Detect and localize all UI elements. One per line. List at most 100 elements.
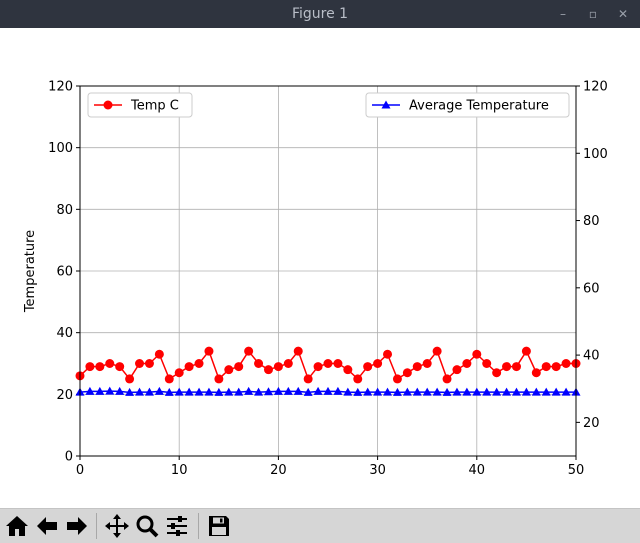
save-button[interactable] bbox=[206, 513, 232, 539]
y-tick-label: 0 bbox=[65, 450, 73, 465]
series-average bbox=[75, 386, 581, 396]
data-point bbox=[154, 349, 164, 359]
minimize-button[interactable]: – bbox=[552, 0, 574, 28]
y2-tick-label: 60 bbox=[583, 281, 600, 296]
y-tick-label: 80 bbox=[56, 203, 73, 218]
x-tick-label: 20 bbox=[270, 463, 287, 478]
x-tick-label: 40 bbox=[469, 463, 486, 478]
legend-label-average: Average Temperature bbox=[409, 99, 549, 114]
data-point bbox=[502, 362, 512, 372]
data-point bbox=[452, 365, 462, 375]
data-point bbox=[392, 374, 402, 384]
data-point bbox=[263, 365, 273, 375]
chart-series bbox=[75, 346, 581, 396]
window-titlebar: Figure 1 – ▫ ✕ bbox=[0, 0, 640, 28]
home-icon bbox=[6, 516, 28, 536]
data-point bbox=[531, 368, 541, 378]
data-point bbox=[283, 359, 293, 368]
data-point bbox=[125, 374, 135, 384]
data-point bbox=[105, 359, 115, 368]
y-tick-label: 60 bbox=[56, 265, 73, 280]
restore-button[interactable]: ▫ bbox=[582, 0, 604, 28]
data-point bbox=[422, 359, 432, 368]
data-point bbox=[144, 359, 154, 368]
data-point bbox=[442, 374, 452, 384]
y2-tick-label: 120 bbox=[583, 80, 608, 95]
y2-tick-label: 40 bbox=[583, 349, 600, 364]
save-icon bbox=[209, 516, 229, 536]
x-tick-label: 50 bbox=[568, 463, 585, 478]
zoom-icon bbox=[136, 515, 159, 538]
data-point bbox=[521, 346, 531, 356]
data-point bbox=[472, 349, 482, 359]
data-point bbox=[462, 359, 472, 368]
data-point bbox=[204, 346, 214, 356]
data-point bbox=[492, 368, 502, 378]
forward-button[interactable] bbox=[64, 513, 90, 539]
subplots-icon bbox=[167, 516, 187, 536]
data-point bbox=[551, 362, 561, 372]
data-point bbox=[353, 374, 363, 384]
data-point bbox=[541, 362, 551, 372]
home-button[interactable] bbox=[4, 513, 30, 539]
data-point bbox=[164, 374, 174, 384]
data-point bbox=[254, 359, 264, 368]
data-point bbox=[333, 359, 343, 368]
back-icon bbox=[37, 517, 57, 535]
y2-tick-label: 80 bbox=[583, 214, 600, 229]
data-point bbox=[373, 359, 383, 368]
axis-ticks: 0 10 20 30 40 50 0 20 40 60 80 100 120 20 40 60 80 100 120 bbox=[48, 80, 608, 479]
y-tick-label: 120 bbox=[48, 80, 73, 95]
window-title: Figure 1 bbox=[291, 6, 349, 22]
legend-label-temp: Temp C bbox=[130, 99, 179, 114]
series-temp bbox=[75, 346, 581, 384]
subplots-button[interactable] bbox=[164, 513, 190, 539]
data-point bbox=[561, 359, 571, 368]
toolbar-separator bbox=[198, 513, 199, 539]
y-tick-label: 20 bbox=[56, 388, 73, 403]
data-point bbox=[402, 368, 412, 378]
navigation-toolbar bbox=[0, 508, 640, 543]
data-point bbox=[194, 359, 204, 368]
data-point bbox=[174, 368, 184, 378]
data-point bbox=[234, 362, 244, 372]
data-point bbox=[432, 346, 442, 356]
data-point bbox=[482, 359, 492, 368]
zoom-button[interactable] bbox=[134, 513, 160, 539]
grid-lines bbox=[79, 85, 577, 457]
data-point bbox=[313, 362, 323, 372]
pan-icon bbox=[105, 514, 129, 538]
y2-tick-label: 20 bbox=[583, 416, 600, 431]
x-tick-label: 30 bbox=[369, 463, 386, 478]
data-point bbox=[293, 346, 303, 356]
x-tick-label: 0 bbox=[76, 463, 84, 478]
data-point bbox=[303, 374, 313, 384]
figure-canvas[interactable]: 0 10 20 30 40 50 0 20 40 60 80 100 120 20 40 60 80 100 120… bbox=[0, 28, 640, 508]
data-point bbox=[214, 374, 224, 384]
data-point bbox=[115, 362, 125, 372]
close-button[interactable]: ✕ bbox=[612, 0, 634, 28]
data-point bbox=[363, 362, 373, 372]
data-point bbox=[343, 365, 353, 375]
data-point bbox=[224, 365, 234, 375]
y-tick-label: 100 bbox=[48, 141, 73, 156]
toolbar-separator bbox=[96, 513, 97, 539]
data-point bbox=[323, 359, 333, 368]
line-chart: 0 10 20 30 40 50 0 20 40 60 80 100 120 20 40 60 80 100 120… bbox=[23, 80, 608, 479]
pan-button[interactable] bbox=[104, 513, 130, 539]
y-tick-label: 40 bbox=[56, 326, 73, 341]
back-button[interactable] bbox=[34, 513, 60, 539]
data-point bbox=[85, 362, 95, 372]
data-point bbox=[184, 362, 194, 372]
data-point bbox=[511, 362, 521, 372]
data-point bbox=[412, 362, 422, 372]
data-point bbox=[273, 362, 283, 372]
forward-icon bbox=[67, 517, 87, 535]
data-point bbox=[383, 349, 393, 359]
x-tick-label: 10 bbox=[171, 463, 188, 478]
data-point bbox=[95, 362, 105, 372]
legend-marker-temp bbox=[103, 100, 113, 110]
data-point bbox=[244, 346, 254, 356]
y2-tick-label: 100 bbox=[583, 147, 608, 162]
data-point bbox=[135, 359, 145, 368]
